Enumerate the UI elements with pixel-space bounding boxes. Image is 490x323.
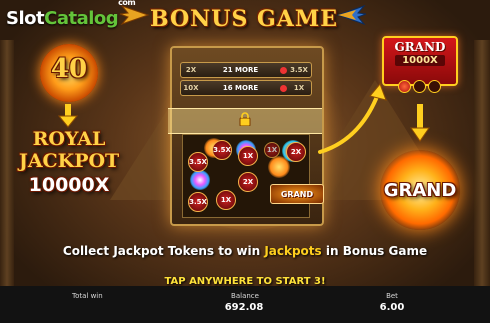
reel-row-right: 1X (293, 84, 305, 92)
info-text-highlight: Jackpots (264, 244, 322, 258)
grand-dot-filled (398, 80, 411, 93)
multiplier-chip: 1X (238, 146, 258, 166)
arrow-down-icon (410, 104, 430, 142)
grand-orb-label: GRAND (383, 180, 457, 201)
grand-dot-empty (428, 80, 441, 93)
total-win-label: Total win (72, 292, 103, 300)
multiplier-chip: 2X (286, 142, 306, 162)
reel-row-2: 10X 16 MORE 1X (180, 80, 312, 96)
multiplier-chip: 3.5X (188, 152, 208, 172)
grand-panel: GRAND 1000X (382, 36, 458, 86)
slotcatalog-logo: SlotCatalogcom (6, 0, 136, 29)
info-text: Collect Jackpot Tokens to win Jackpots i… (0, 244, 490, 258)
curved-arrow-icon (318, 83, 387, 154)
fire-token (268, 156, 290, 178)
bonus-game-title: BONUS GAME (150, 6, 338, 32)
gem-token (190, 170, 210, 190)
token-counter: 40 (50, 54, 88, 84)
reel-row-middle: 16 MORE (222, 84, 259, 92)
multiplier-chip: 2X (238, 172, 258, 192)
logo-part-slot: Slot (6, 8, 45, 29)
grand-tile-label: GRAND (280, 189, 314, 199)
reel-row-token (280, 66, 287, 74)
jackpot-label: JACKPOT (18, 150, 120, 172)
multiplier-chip: 1X (216, 190, 236, 210)
reel-row-token (280, 84, 287, 92)
grand-dot-empty (413, 80, 426, 93)
wing-right-icon (336, 4, 367, 26)
info-text-part2: in Bonus Game (321, 244, 428, 258)
reel-row-left: 10X (183, 84, 199, 92)
grand-panel-multiplier: 1000X (395, 55, 445, 66)
start-prompt[interactable]: TAP ANYWHERE TO START 3! (0, 276, 490, 287)
reel-row-left: 2X (185, 66, 197, 74)
multiplier-chip: 3.5X (188, 192, 208, 212)
balance-label: Balance (231, 292, 259, 300)
info-text-part1: Collect Jackpot Tokens to win (62, 244, 265, 258)
grand-panel-title: GRAND (394, 40, 446, 54)
balance-value: 692.08 (224, 302, 264, 313)
multiplier-chip: 3.5X (212, 140, 232, 160)
lock-icon (239, 112, 251, 126)
bet-value: 6.00 (379, 302, 405, 313)
logo-part-catalog: Catalog (44, 8, 119, 29)
reel-row-middle: 21 MORE (222, 66, 259, 74)
multiplier-chip: 1X (264, 142, 280, 158)
reel-row-right: 3.5X (290, 66, 308, 74)
grand-tile: GRAND (270, 184, 324, 204)
reel-row-1: 2X 21 MORE 3.5X (180, 62, 312, 78)
royal-label: ROYAL (32, 128, 106, 150)
wing-left-icon (119, 4, 150, 26)
game-screen[interactable]: SlotCatalogcom BONUS GAME 40 ROYAL JACKP… (0, 0, 490, 323)
bet-label: Bet (386, 292, 398, 300)
arrow-down-icon (58, 104, 78, 128)
royal-jackpot-multiplier: 10000X (28, 174, 110, 196)
